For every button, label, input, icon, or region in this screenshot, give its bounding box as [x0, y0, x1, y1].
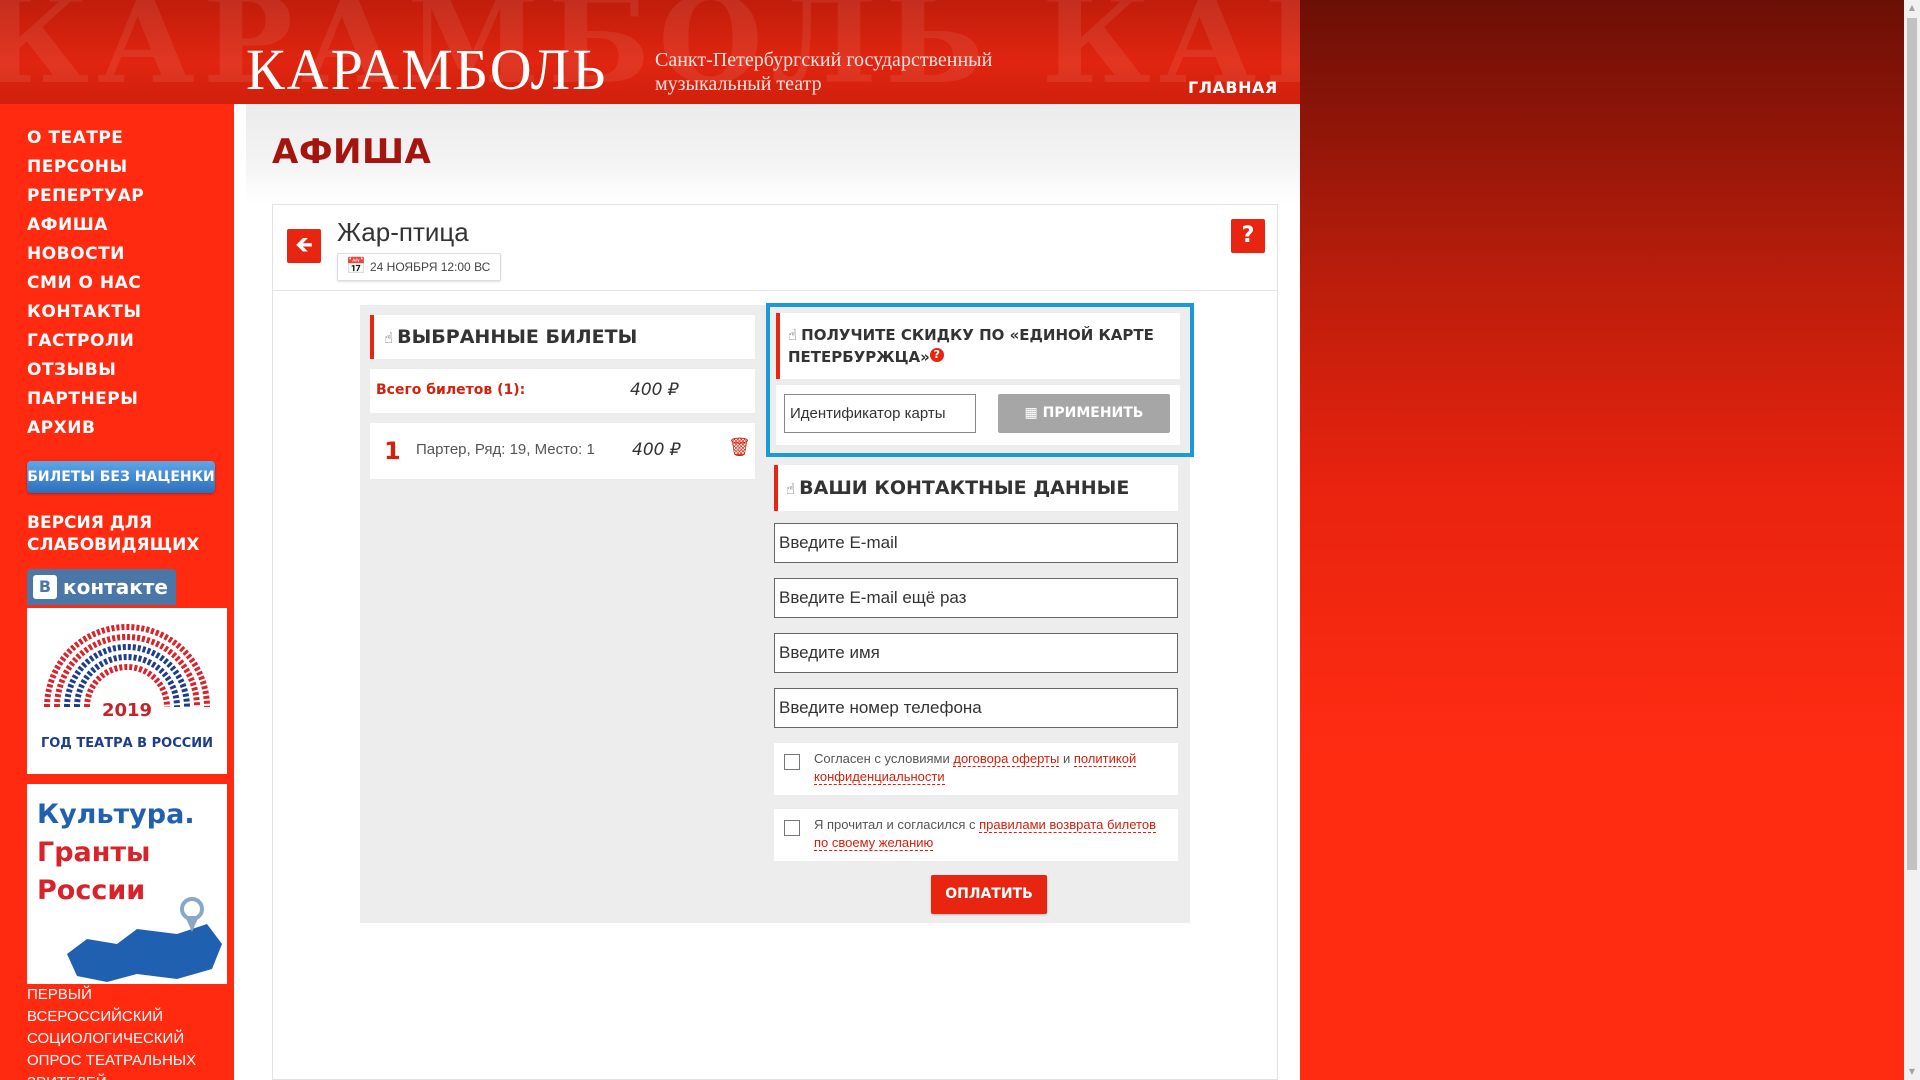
page-background: [1300, 0, 1904, 1080]
discount-heading: ☝ ПОЛУЧИТЕ СКИДКУ ПО «ЕДИНОЙ КАРТЕ ПЕТЕРБ…: [776, 313, 1180, 379]
banner-caption: ГОД ТЕАТРА В РОССИИ: [40, 736, 214, 751]
refund-rules-row: Я прочитал и согласился с правилами возв…: [774, 809, 1178, 861]
help-button[interactable]: ?: [1231, 219, 1265, 253]
tickets-total-label: Всего билетов (1):: [376, 382, 526, 398]
low-vision-link[interactable]: ВЕРСИЯ ДЛЯ СЛАБОВИДЯЩИХ: [27, 512, 227, 556]
card-header: 🡸 Жар-птица 📅 24 НОЯБРЯ 12:00 ВС ?: [273, 205, 1277, 291]
offer-agreement-mid: и: [1059, 751, 1074, 766]
pay-button[interactable]: ОПЛАТИТЬ: [931, 875, 1047, 914]
sidebar-item-tours[interactable]: ГАСТРОЛИ: [27, 327, 144, 356]
hand-pointer-icon: ☝: [384, 329, 394, 347]
sidebar-menu: О ТЕАТРЕ ПЕРСОНЫ РЕПЕРТУАР АФИША НОВОСТИ…: [27, 124, 144, 443]
sidebar-item-afisha[interactable]: АФИША: [27, 211, 144, 240]
vk-button[interactable]: В контакте: [27, 569, 176, 605]
discount-heading-text: ПОЛУЧИТЕ СКИДКУ ПО «ЕДИНОЙ КАРТЕ ПЕТЕРБУ…: [788, 326, 1154, 366]
question-icon[interactable]: ?: [929, 348, 944, 362]
name-field[interactable]: Введите имя: [774, 633, 1178, 673]
main-content: АФИША 🡸 Жар-птица 📅 24 НОЯБРЯ 12:00 ВС ?…: [246, 104, 1300, 1080]
hand-pointer-icon: ☝: [788, 326, 798, 344]
checkout-panel: ☝ ВЫБРАННЫЕ БИЛЕТЫ Всего билетов (1): 400…: [360, 303, 1194, 923]
refund-rules-prefix: Я прочитал и согласился с: [814, 817, 980, 832]
offer-agreement-prefix: Согласен с условиями: [814, 751, 954, 766]
banner-year: 2019: [101, 700, 153, 721]
scrollbar[interactable]: ▲ ▼: [1904, 0, 1920, 1080]
calendar-icon: 📅: [346, 258, 366, 275]
nav-home-link[interactable]: ГЛАВНАЯ: [1188, 78, 1278, 97]
show-date: 24 НОЯБРЯ 12:00 ВС: [370, 260, 491, 274]
year-of-theatre-banner[interactable]: 2019 ГОД ТЕАТРА В РОССИИ: [27, 608, 227, 774]
offer-agreement-checkbox[interactable]: [784, 754, 800, 770]
ticket-item: 1 Партер, Ряд: 19, Место: 1 400 ₽ 🗑: [370, 423, 755, 479]
offer-agreement-text: Согласен с условиями договора оферты и п…: [814, 750, 1170, 786]
offer-link[interactable]: договора оферты: [953, 751, 1060, 767]
arrow-left-icon: 🡸: [295, 233, 313, 258]
site-header: КАРАМБОЛЬ КАРАМ КАРАМБОЛЬ Санкт-Петербур…: [0, 0, 1300, 104]
sidebar-item-reviews[interactable]: ОТЗЫВЫ: [27, 356, 144, 385]
sidebar-item-press[interactable]: СМИ О НАС: [27, 269, 144, 298]
vk-icon: В: [33, 575, 57, 599]
phone-field[interactable]: Введите номер телефона: [774, 688, 1178, 728]
contacts-heading: ☝ ВАШИ КОНТАКТНЫЕ ДАННЫЕ: [774, 465, 1178, 511]
ticket-number: 1: [384, 437, 401, 465]
culture-line1: Культура.: [37, 799, 195, 830]
order-card: 🡸 Жар-птица 📅 24 НОЯБРЯ 12:00 ВС ? ☝ ВЫБР…: [272, 204, 1278, 1080]
tickets-total-row: Всего билетов (1): 400 ₽: [370, 369, 755, 413]
sidebar-item-partners[interactable]: ПАРТНЕРЫ: [27, 385, 144, 414]
site-subtitle: Санкт-Петербургский государственный музы…: [655, 49, 993, 95]
header-decoration: КАРАМБОЛЬ КАРАМ: [0, 0, 1300, 104]
sidebar-item-about[interactable]: О ТЕАТРЕ: [27, 124, 144, 153]
scroll-up-icon[interactable]: ▲: [1904, 0, 1920, 16]
discount-row: Идентификатор карты ▦ ПРИМЕНИТЬ: [776, 385, 1180, 445]
refund-rules-text: Я прочитал и согласился с правилами возв…: [814, 816, 1170, 852]
sidebar-item-contacts[interactable]: КОНТАКТЫ: [27, 298, 144, 327]
ticket-seat: Партер, Ряд: 19, Место: 1: [416, 441, 595, 458]
trash-icon[interactable]: 🗑: [728, 437, 751, 458]
sidebar-item-archive[interactable]: АРХИВ: [27, 414, 144, 443]
russia-map-icon: [67, 897, 222, 982]
site-logo[interactable]: КАРАМБОЛЬ: [246, 36, 607, 103]
scroll-down-icon[interactable]: ▼: [1904, 1064, 1920, 1080]
culture-banner-text: Культура. Гранты России: [37, 796, 195, 910]
vk-label: контакте: [63, 575, 168, 599]
back-button[interactable]: 🡸: [287, 229, 321, 263]
survey-link[interactable]: ПЕРВЫЙ ВСЕРОССИЙСКИЙ СОЦИОЛОГИЧЕСКИЙ ОПР…: [27, 984, 227, 1080]
refund-rules-checkbox[interactable]: [784, 820, 800, 836]
card-id-input[interactable]: Идентификатор карты: [784, 394, 976, 433]
hand-pointer-icon: ☝: [786, 480, 796, 498]
tickets-heading: ☝ ВЫБРАННЫЕ БИЛЕТЫ: [370, 315, 755, 359]
calculator-icon: ▦: [1024, 405, 1038, 421]
tickets-no-markup-button[interactable]: БИЛЕТЫ БЕЗ НАЦЕНКИ: [27, 461, 215, 493]
apply-label: ПРИМЕНИТЬ: [1042, 405, 1144, 421]
apply-button[interactable]: ▦ ПРИМЕНИТЬ: [998, 394, 1170, 433]
tickets-heading-text: ВЫБРАННЫЕ БИЛЕТЫ: [397, 326, 638, 348]
culture-grants-banner[interactable]: Культура. Гранты России: [27, 784, 227, 984]
site-container: КАРАМБОЛЬ КАРАМ КАРАМБОЛЬ Санкт-Петербур…: [0, 0, 1300, 1080]
show-title: Жар-птица: [337, 217, 469, 247]
email-confirm-field[interactable]: Введите E-mail ещё раз: [774, 578, 1178, 618]
date-chip: 📅 24 НОЯБРЯ 12:00 ВС: [337, 253, 502, 281]
offer-agreement-row: Согласен с условиями договора оферты и п…: [774, 743, 1178, 795]
sidebar-item-persons[interactable]: ПЕРСОНЫ: [27, 153, 144, 182]
page-title: АФИША: [272, 132, 432, 172]
discount-box: ☝ ПОЛУЧИТЕ СКИДКУ ПО «ЕДИНОЙ КАРТЕ ПЕТЕРБ…: [766, 303, 1194, 457]
scrollbar-thumb[interactable]: [1907, 18, 1917, 870]
sidebar-item-news[interactable]: НОВОСТИ: [27, 240, 144, 269]
email-field[interactable]: Введите E-mail: [774, 523, 1178, 563]
theatre-seats-icon: [44, 624, 210, 708]
culture-line2: Гранты: [37, 837, 151, 868]
contacts-heading-text: ВАШИ КОНТАКТНЫЕ ДАННЫЕ: [799, 477, 1130, 499]
sidebar-item-repertoire[interactable]: РЕПЕРТУАР: [27, 182, 144, 211]
tickets-total-price: 400 ₽: [630, 380, 679, 400]
ticket-price: 400 ₽: [632, 440, 681, 460]
sidebar: О ТЕАТРЕ ПЕРСОНЫ РЕПЕРТУАР АФИША НОВОСТИ…: [0, 104, 234, 1080]
